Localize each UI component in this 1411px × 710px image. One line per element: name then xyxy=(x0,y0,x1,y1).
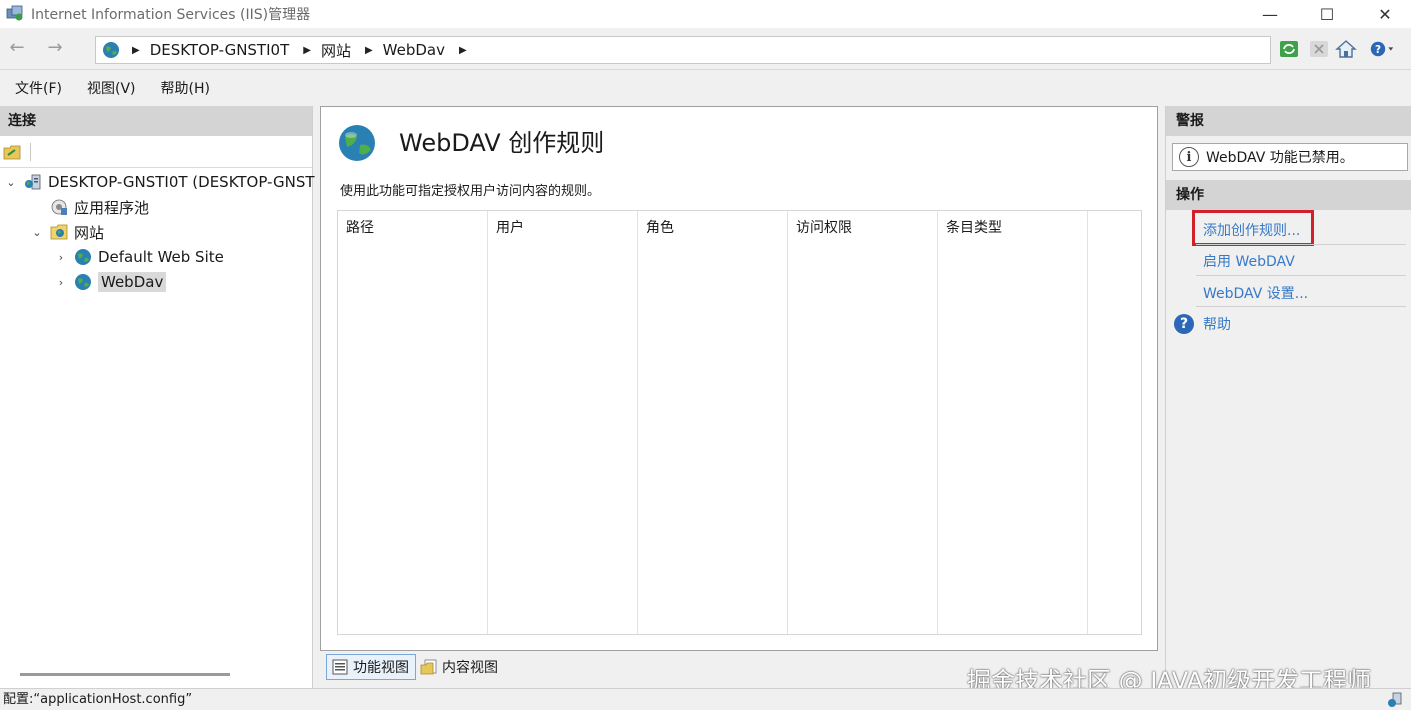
alert-text: WebDAV 功能已禁用。 xyxy=(1206,150,1354,166)
network-icon xyxy=(1388,692,1402,707)
menu-help[interactable]: 帮助(H) xyxy=(161,78,210,98)
svg-text:?: ? xyxy=(1375,44,1381,56)
help-icon[interactable]: ? xyxy=(1174,314,1194,334)
tab-label: 功能视图 xyxy=(353,660,409,676)
tree-node-app-pools[interactable]: 应用程序池 xyxy=(30,195,149,219)
tree-node-label: 网站 xyxy=(74,223,105,242)
tree-node-label: WebDav xyxy=(98,272,167,292)
breadcrumb-separator[interactable]: ▶ xyxy=(365,45,373,56)
connections-toolbar xyxy=(0,136,312,168)
menu-bar: 文件(F) 视图(V) 帮助(H) xyxy=(0,71,1411,105)
tree-node-label: DESKTOP-GNSTI0T (DESKTOP-GNST xyxy=(48,173,315,191)
expand-chevron-icon[interactable]: › xyxy=(54,251,68,264)
add-authoring-rule-link[interactable]: 添加创作规则... xyxy=(1203,220,1300,240)
grid-column xyxy=(938,211,1088,634)
content-view-icon xyxy=(420,659,437,675)
webdav-settings-link[interactable]: WebDAV 设置... xyxy=(1203,283,1308,303)
actions-header: 操作 xyxy=(1166,180,1411,210)
features-view-icon xyxy=(332,659,348,675)
enable-webdav-link[interactable]: 启用 WebDAV xyxy=(1203,251,1295,271)
address-row: ← → ▶ DESKTOP-GNSTI0T ▶ 网站 ▶ WebDav ▶ ? xyxy=(0,28,1411,70)
menu-file[interactable]: 文件(F) xyxy=(15,78,62,98)
connect-icon[interactable] xyxy=(3,144,21,160)
back-button[interactable]: ← xyxy=(2,38,32,60)
page-description: 使用此功能可指定授权用户访问内容的规则。 xyxy=(340,184,601,199)
forward-button[interactable]: → xyxy=(40,38,70,60)
breadcrumb-separator[interactable]: ▶ xyxy=(459,45,467,56)
breadcrumb-separator[interactable]: ▶ xyxy=(303,45,311,56)
tab-label: 内容视图 xyxy=(442,660,498,676)
menu-view[interactable]: 视图(V) xyxy=(87,78,136,98)
tab-features-view[interactable]: 功能视图 xyxy=(326,654,416,680)
actions-panel: 警报 i WebDAV 功能已禁用。 操作 添加创作规则... 启用 WebDA… xyxy=(1165,106,1411,688)
info-icon: i xyxy=(1179,147,1199,167)
column-header-role[interactable]: 角色 xyxy=(646,217,674,237)
page-title: WebDAV 创作规则 xyxy=(399,129,605,157)
breadcrumb-webdav[interactable]: WebDav xyxy=(383,41,445,59)
column-header-access[interactable]: 访问权限 xyxy=(796,217,852,237)
close-button[interactable]: ✕ xyxy=(1362,0,1408,28)
grid-column xyxy=(788,211,938,634)
help-dropdown-icon[interactable]: ? xyxy=(1370,38,1394,60)
rules-grid[interactable]: 路径 用户 角色 访问权限 条目类型 xyxy=(337,210,1142,635)
server-icon xyxy=(25,174,41,190)
tree-node-label: 应用程序池 xyxy=(74,198,150,217)
action-divider xyxy=(1196,306,1406,307)
help-link[interactable]: 帮助 xyxy=(1203,314,1231,334)
tree-node-label: Default Web Site xyxy=(98,248,224,266)
grid-column xyxy=(638,211,788,634)
address-bar[interactable]: ▶ DESKTOP-GNSTI0T ▶ 网站 ▶ WebDav ▶ xyxy=(95,36,1271,64)
grid-column xyxy=(488,211,638,634)
horizontal-scrollbar[interactable] xyxy=(20,673,230,676)
tree-node-webdav[interactable]: › WebDav xyxy=(54,270,167,294)
status-text: 配置:“applicationHost.config” xyxy=(3,692,193,707)
breadcrumb-separator[interactable]: ▶ xyxy=(132,45,140,56)
stop-icon[interactable] xyxy=(1307,38,1331,60)
toolbar-divider xyxy=(30,143,31,161)
breadcrumb-server[interactable]: DESKTOP-GNSTI0T xyxy=(150,41,290,59)
refresh-icon[interactable] xyxy=(1277,38,1301,60)
breadcrumb-sites[interactable]: 网站 xyxy=(321,40,351,61)
tree-node-server[interactable]: ⌄ DESKTOP-GNSTI0T (DESKTOP-GNST xyxy=(4,170,315,194)
sites-folder-icon xyxy=(50,224,68,240)
expand-chevron-icon[interactable]: ⌄ xyxy=(30,226,44,239)
connections-header: 连接 xyxy=(0,106,312,136)
status-bar: 配置:“applicationHost.config” xyxy=(0,688,1411,710)
column-header-user[interactable]: 用户 xyxy=(496,217,524,237)
iis-app-icon xyxy=(6,5,23,21)
view-tabs: 功能视图 内容视图 xyxy=(326,653,504,681)
tree-node-default-web-site[interactable]: › Default Web Site xyxy=(54,245,224,269)
alert-message: i WebDAV 功能已禁用。 xyxy=(1172,143,1408,171)
globe-icon xyxy=(75,249,91,265)
grid-column xyxy=(338,211,488,634)
connections-panel: 连接 ⌄ DESKTOP-GNSTI0T (DESKTOP-GNST 应用程序池 xyxy=(0,106,315,688)
action-divider xyxy=(1196,244,1406,245)
globe-icon xyxy=(103,42,119,58)
tab-content-view[interactable]: 内容视图 xyxy=(416,654,504,680)
minimize-button[interactable]: — xyxy=(1247,0,1293,28)
window-title: Internet Information Services (IIS)管理器 xyxy=(31,7,311,23)
webdav-globe-icon xyxy=(339,125,375,161)
alerts-header: 警报 xyxy=(1166,106,1411,136)
expand-chevron-icon[interactable]: › xyxy=(54,276,68,289)
home-icon[interactable] xyxy=(1334,38,1358,60)
app-pool-icon xyxy=(51,199,67,215)
expand-chevron-icon[interactable]: ⌄ xyxy=(4,176,18,189)
action-divider xyxy=(1196,275,1406,276)
globe-icon xyxy=(75,274,91,290)
title-bar: Internet Information Services (IIS)管理器 —… xyxy=(0,0,1411,28)
tree-node-sites[interactable]: ⌄ 网站 xyxy=(30,220,104,244)
column-header-entry-type[interactable]: 条目类型 xyxy=(946,217,1002,237)
feature-panel: WebDAV 创作规则 使用此功能可指定授权用户访问内容的规则。 路径 用户 角… xyxy=(320,106,1158,651)
column-header-path[interactable]: 路径 xyxy=(346,217,374,237)
maximize-button[interactable]: ☐ xyxy=(1304,0,1350,28)
